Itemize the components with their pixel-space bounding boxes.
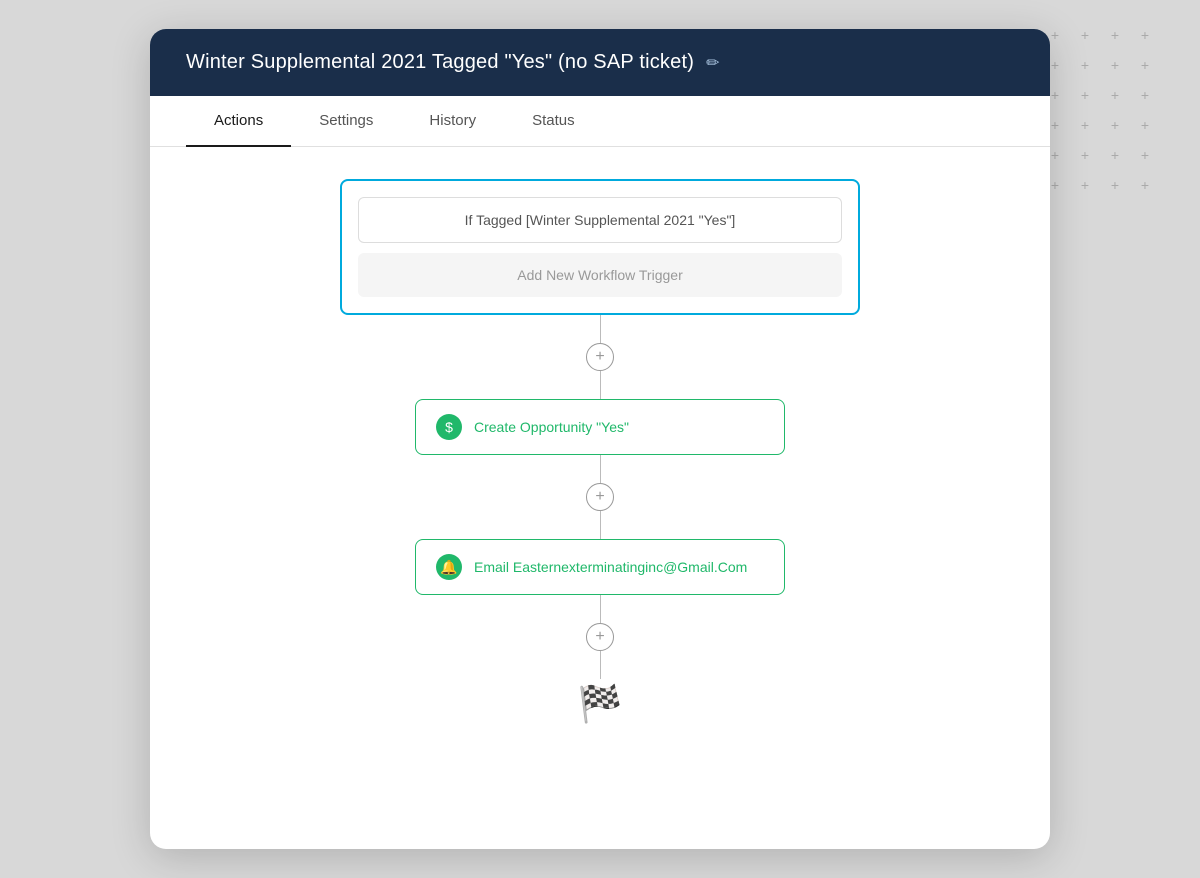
add-step-button-1[interactable]: + (586, 343, 614, 371)
connector-1: + (586, 315, 614, 399)
plus-sign: + (1100, 170, 1130, 200)
edit-icon[interactable]: ✏ (706, 53, 719, 73)
opportunity-icon: $ (436, 414, 462, 440)
connector-line (600, 371, 601, 399)
plus-sign: + (1100, 140, 1130, 170)
add-trigger-button[interactable]: Add New Workflow Trigger (358, 253, 842, 297)
plus-sign: + (1070, 80, 1100, 110)
tabs-bar: Actions Settings History Status (150, 96, 1050, 147)
plus-sign: + (1130, 170, 1160, 200)
plus-sign: + (1070, 20, 1100, 50)
action-node-email[interactable]: 🔔 Email Easternexterminatinginc@Gmail.Co… (415, 539, 785, 595)
plus-sign: + (1100, 80, 1130, 110)
email-icon: 🔔 (436, 554, 462, 580)
connector-line (600, 315, 601, 343)
plus-sign: + (1100, 50, 1130, 80)
tab-settings[interactable]: Settings (291, 96, 401, 147)
tab-actions[interactable]: Actions (186, 96, 291, 147)
trigger-box: If Tagged [Winter Supplemental 2021 "Yes… (340, 179, 860, 315)
action-node-label: Email Easternexterminatinginc@Gmail.Com (474, 559, 747, 575)
plus-sign: + (1070, 170, 1100, 200)
card-header: Winter Supplemental 2021 Tagged "Yes" (n… (150, 29, 1050, 96)
plus-sign: + (1130, 80, 1160, 110)
action-node-opportunity[interactable]: $ Create Opportunity "Yes" (415, 399, 785, 455)
finish-flag-icon: 🏁 (578, 683, 623, 725)
tab-history[interactable]: History (401, 96, 504, 147)
outer-wrapper: + + + + + + + + + + + + + + + + + + + + … (0, 0, 1200, 878)
plus-sign: + (1130, 50, 1160, 80)
add-step-button-3[interactable]: + (586, 623, 614, 651)
add-step-button-2[interactable]: + (586, 483, 614, 511)
plus-sign: + (1070, 50, 1100, 80)
connector-line (600, 455, 601, 483)
workflow-title: Winter Supplemental 2021 Tagged "Yes" (n… (186, 51, 694, 74)
workflow-content: If Tagged [Winter Supplemental 2021 "Yes… (150, 147, 1050, 757)
connector-line (600, 511, 601, 539)
action-node-label: Create Opportunity "Yes" (474, 419, 629, 435)
connector-line (600, 595, 601, 623)
trigger-condition[interactable]: If Tagged [Winter Supplemental 2021 "Yes… (358, 197, 842, 243)
plus-sign: + (1100, 20, 1130, 50)
plus-sign: + (1130, 110, 1160, 140)
plus-sign: + (1070, 110, 1100, 140)
plus-sign: + (1130, 140, 1160, 170)
connector-line (600, 651, 601, 679)
tab-status[interactable]: Status (504, 96, 603, 147)
connector-3: + (586, 595, 614, 679)
plus-sign: + (1070, 140, 1100, 170)
main-card: Winter Supplemental 2021 Tagged "Yes" (n… (150, 29, 1050, 849)
connector-2: + (586, 455, 614, 539)
plus-sign: + (1130, 20, 1160, 50)
plus-sign: + (1100, 110, 1130, 140)
